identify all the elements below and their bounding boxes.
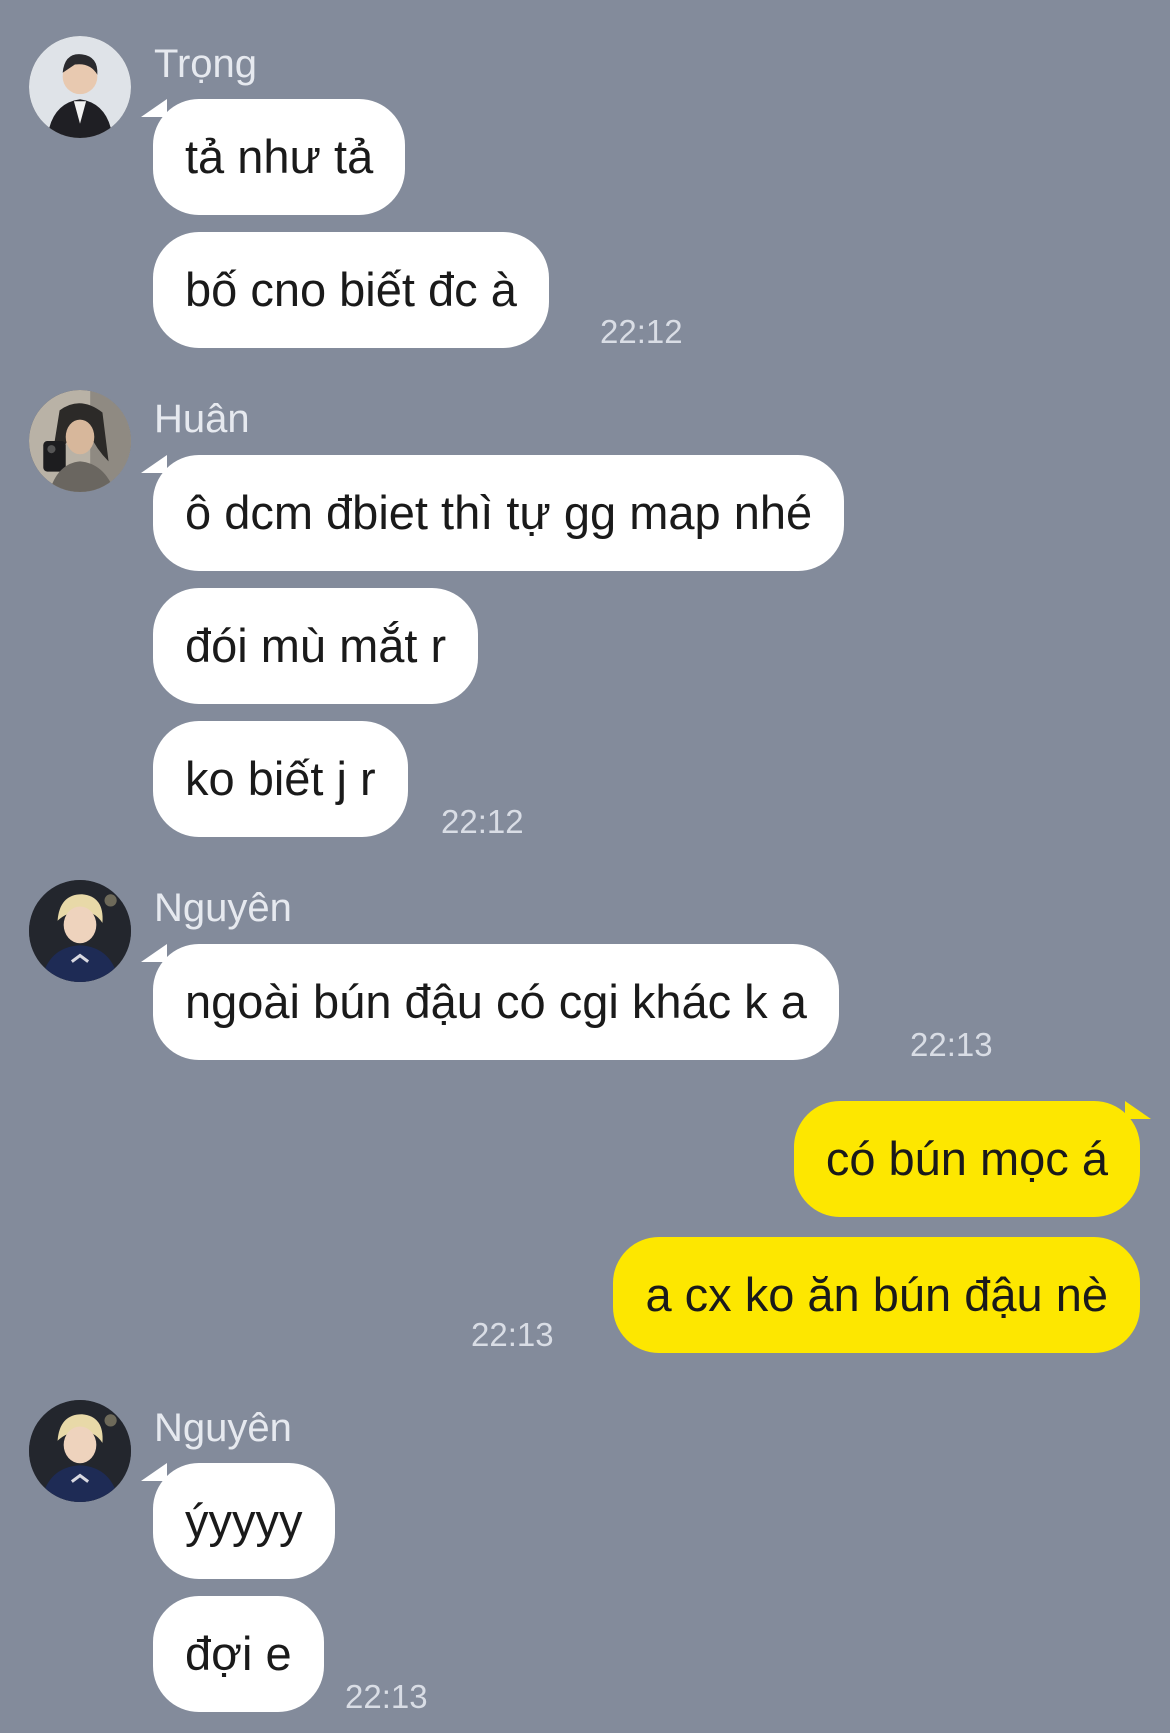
message-bubble[interactable]: ýyyyy — [153, 1463, 335, 1579]
message-timestamp: 22:13 — [345, 1678, 428, 1715]
message-bubble[interactable]: tả như tả — [153, 99, 406, 215]
sender-name: Nguyên — [154, 1406, 292, 1450]
message-bubble[interactable]: bố cno biết đc à — [153, 232, 549, 348]
message-bubble-outgoing[interactable]: a cx ko ăn bún đậu nè — [613, 1237, 1140, 1353]
bubble-tail — [141, 455, 167, 473]
sender-name: Huân — [154, 397, 250, 441]
message-bubble[interactable]: ngoài bún đậu có cgi khác k a — [153, 944, 839, 1060]
sender-name: Trọng — [154, 42, 258, 86]
avatar-icon — [29, 390, 131, 492]
message-bubble[interactable]: đói mù mắt r — [153, 588, 479, 704]
message-timestamp: 22:12 — [441, 803, 524, 840]
message-timestamp: 22:13 — [910, 1026, 993, 1063]
avatar[interactable] — [29, 390, 131, 492]
avatar[interactable] — [29, 36, 131, 138]
avatar[interactable] — [29, 880, 131, 982]
bubble-tail — [141, 944, 167, 962]
message-bubble[interactable]: đợi e — [153, 1596, 324, 1712]
avatar-icon — [29, 1400, 131, 1502]
bubble-tail — [141, 1463, 167, 1481]
bubble-tail — [1125, 1101, 1151, 1119]
avatar-icon — [29, 880, 131, 982]
message-timestamp: 22:13 — [471, 1316, 554, 1353]
message-timestamp: 22:12 — [600, 313, 683, 350]
bubble-tail — [141, 99, 167, 117]
avatar[interactable] — [29, 1400, 131, 1502]
message-bubble-outgoing[interactable]: có bún mọc á — [793, 1101, 1140, 1217]
avatar-icon — [29, 36, 131, 138]
sender-name: Nguyên — [154, 886, 292, 930]
message-bubble[interactable]: ô dcm đbiet thì tự gg map nhé — [153, 455, 845, 571]
message-bubble[interactable]: ko biết j r — [153, 721, 408, 837]
